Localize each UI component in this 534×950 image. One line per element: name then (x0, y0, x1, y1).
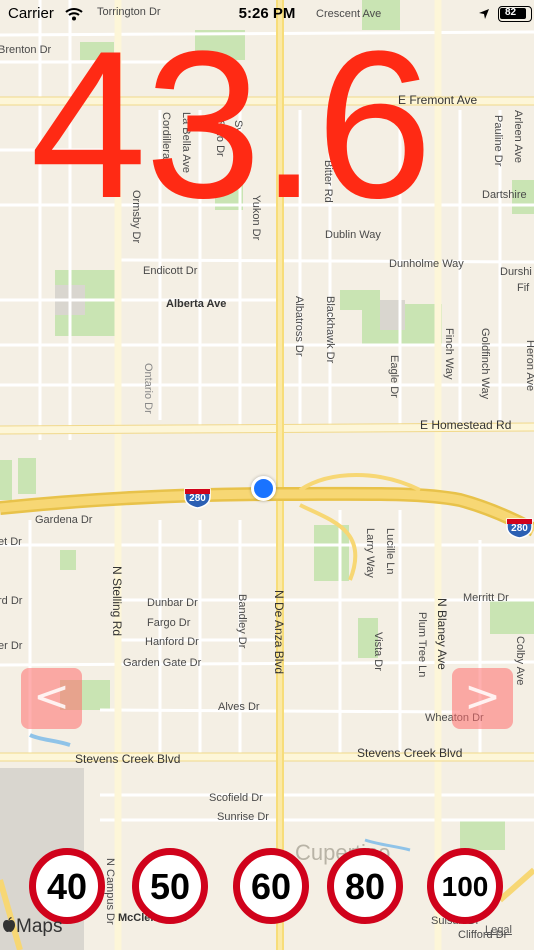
location-arrow-icon (479, 9, 489, 19)
speed-limit-50-button[interactable]: 50 (132, 848, 208, 924)
maps-attribution: Maps (2, 916, 62, 938)
battery-level: 82 (505, 7, 517, 18)
street-label: Hanford Dr (145, 636, 199, 648)
battery-icon: 82 (498, 6, 532, 22)
chevron-right-icon: > (464, 671, 501, 722)
street-label: Scofield Dr (209, 792, 263, 804)
street-label: N Stelling Rd (110, 566, 124, 637)
street-label: Durshi (500, 266, 532, 278)
speed-limit-80-button[interactable]: 80 (327, 848, 403, 924)
apple-logo-icon (3, 916, 15, 932)
street-label: Dunholme Way (389, 258, 464, 270)
street-label: Sunrise Dr (217, 811, 269, 823)
street-label: Garden Gate Dr (123, 657, 202, 669)
street-label: N Blaney Ave (435, 598, 449, 670)
highway-shield-icon: 280 (183, 487, 212, 509)
street-label: Albatross Dr (293, 296, 305, 357)
street-label: Plum Tree Ln (416, 612, 428, 678)
street-label: et Dr (0, 536, 22, 548)
highway-shield-label: 280 (511, 523, 528, 534)
chevron-left-icon: < (33, 671, 70, 722)
highway-shield-icon: 280 (505, 517, 534, 539)
next-button[interactable]: > (452, 668, 513, 729)
speed-limit-label: 40 (46, 866, 88, 907)
street-label: Bandley Dr (236, 594, 248, 649)
speed-limit-label: 50 (149, 866, 191, 907)
street-label: N Campus Dr (104, 858, 116, 925)
street-label: Colby Ave (514, 636, 526, 686)
street-label: er Dr (0, 640, 23, 652)
street-label: Lucille Ln (384, 528, 396, 575)
maps-label: Maps (16, 916, 63, 937)
street-label: Eagle Dr (388, 355, 400, 398)
street-label: Fargo Dr (147, 617, 191, 629)
street-label: Finch Way (443, 328, 455, 380)
street-label: Merritt Dr (463, 592, 509, 604)
street-label: Heron Ave (524, 340, 534, 392)
app-screen: Torrington Dr Crescent Ave Brenton Dr E … (0, 0, 534, 950)
street-label: Stevens Creek Blvd (75, 752, 181, 766)
street-label: Stevens Creek Blvd (357, 746, 463, 760)
street-label: Alves Dr (218, 701, 260, 713)
street-label: Fif (517, 282, 530, 294)
street-label: Arleen Ave (512, 110, 524, 164)
street-label: Ontario Dr (142, 363, 154, 414)
user-location-icon (251, 476, 276, 501)
speed-limit-label: 60 (250, 866, 292, 907)
speed-readout: 43.6 (30, 7, 433, 242)
street-label: rd Dr (0, 595, 23, 607)
street-label: N De Anza Blvd (272, 590, 286, 675)
street-label: Blackhawk Dr (324, 296, 336, 364)
street-label: Pauline Dr (492, 115, 504, 167)
previous-button[interactable]: < (21, 668, 82, 729)
highway-shield-label: 280 (189, 493, 206, 504)
speed-limit-100-button[interactable]: 100 (427, 848, 503, 924)
street-label: E Homestead Rd (420, 418, 512, 432)
street-label: Gardena Dr (35, 514, 93, 526)
speed-limit-40-button[interactable]: 40 (29, 848, 105, 924)
street-label: Larry Way (364, 528, 376, 578)
speed-limit-label: 100 (441, 871, 489, 902)
street-label: Goldfinch Way (479, 328, 491, 400)
speed-limit-60-button[interactable]: 60 (233, 848, 309, 924)
street-label: Dartshire (482, 189, 527, 201)
legal-link[interactable]: Legal (485, 924, 512, 936)
street-label: Dunbar Dr (147, 597, 198, 609)
speed-limit-label: 80 (344, 866, 386, 907)
street-label: Vista Dr (372, 632, 384, 671)
street-label: Alberta Ave (166, 298, 227, 310)
street-label: Endicott Dr (143, 265, 198, 277)
